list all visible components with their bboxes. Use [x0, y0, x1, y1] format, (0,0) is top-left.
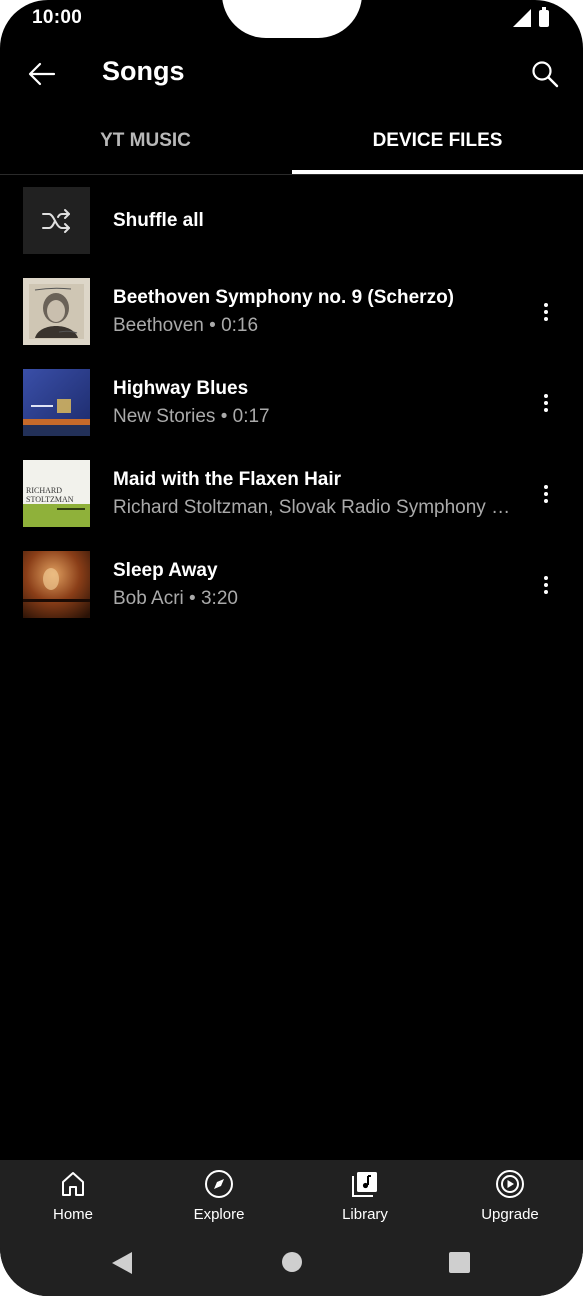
song-subtitle: Beethoven • 0:16 [113, 315, 259, 336]
search-button[interactable] [525, 54, 565, 94]
compass-icon [203, 1168, 235, 1200]
album-art [23, 551, 90, 618]
more-options-button[interactable] [531, 387, 561, 419]
nav-home[interactable]: Home [0, 1168, 146, 1223]
shuffle-all-row[interactable]: Shuffle all [0, 186, 583, 256]
nav-label: Upgrade [481, 1206, 539, 1223]
shuffle-icon-tile [23, 187, 90, 254]
system-back-icon[interactable] [112, 1252, 132, 1274]
nav-upgrade[interactable]: Upgrade [437, 1168, 583, 1223]
album-art [23, 278, 90, 345]
active-tab-indicator [292, 170, 583, 174]
page-title: Songs [102, 56, 185, 86]
shuffle-all-label: Shuffle all [113, 210, 204, 231]
blue-album-art [23, 369, 90, 436]
tab-bar: YT MUSIC DEVICE FILES [0, 118, 583, 175]
song-title: Maid with the Flaxen Hair [113, 469, 342, 490]
song-subtitle: New Stories • 0:17 [113, 406, 270, 427]
album-art [23, 369, 90, 436]
signal-icon [513, 9, 531, 27]
search-icon [532, 61, 559, 88]
song-subtitle: Richard Stoltzman, Slovak Radio Symphony… [113, 497, 513, 518]
tab-device-files[interactable]: DEVICE FILES [292, 118, 583, 174]
more-options-button[interactable] [531, 569, 561, 601]
song-row[interactable]: Highway Blues New Stories • 0:17 [0, 369, 583, 437]
nav-library[interactable]: Library [292, 1168, 438, 1223]
nav-label: Home [52, 1206, 93, 1223]
system-recents-icon[interactable] [449, 1252, 470, 1273]
phone-screen: 10:00 Songs YT MUSIC DEVICE FILES Shuffl… [0, 0, 583, 1296]
system-navigation-bar [0, 1240, 583, 1284]
system-home-icon[interactable] [282, 1252, 302, 1272]
home-icon [57, 1168, 89, 1200]
song-subtitle: Bob Acri • 3:20 [113, 588, 238, 609]
stoltzman-album-art: RICHARD STOLTZMAN [23, 460, 90, 527]
battery-icon [539, 6, 549, 27]
art-text-first: RICHARD [26, 486, 62, 495]
tab-yt-music[interactable]: YT MUSIC [0, 118, 291, 174]
shuffle-icon [41, 208, 70, 233]
song-row[interactable]: RICHARD STOLTZMAN Maid with the Flaxen H… [0, 460, 583, 528]
camera-notch [222, 0, 362, 38]
album-art: RICHARD STOLTZMAN [23, 460, 90, 527]
art-text-last: STOLTZMAN [26, 495, 74, 504]
piano-album-art [23, 551, 90, 618]
song-title: Beethoven Symphony no. 9 (Scherzo) [113, 287, 454, 308]
status-time: 10:00 [32, 7, 83, 28]
beethoven-portrait-art [23, 278, 90, 345]
song-row[interactable]: Beethoven Symphony no. 9 (Scherzo) Beeth… [0, 278, 583, 346]
back-button[interactable] [22, 54, 62, 94]
nav-explore[interactable]: Explore [146, 1168, 292, 1223]
nav-label: Library [342, 1206, 388, 1223]
more-options-button[interactable] [531, 296, 561, 328]
library-icon [349, 1168, 381, 1200]
song-title: Sleep Away [113, 560, 218, 581]
song-title: Highway Blues [113, 378, 249, 399]
nav-label: Explore [193, 1206, 245, 1223]
upgrade-icon [494, 1168, 526, 1200]
song-row[interactable]: Sleep Away Bob Acri • 3:20 [0, 551, 583, 619]
app-bar: Songs [0, 48, 583, 100]
more-options-button[interactable] [531, 478, 561, 510]
back-arrow-icon [28, 62, 56, 86]
